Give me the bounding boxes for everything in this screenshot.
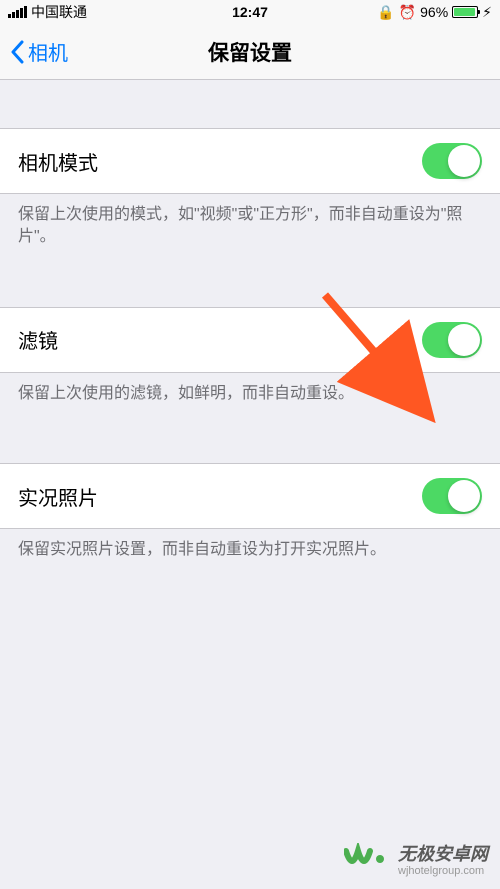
toggle-knob: [448, 480, 480, 512]
settings-group-live-photos: 实况照片 保留实况照片设置，而非自动重设为打开实况照片。: [0, 463, 500, 571]
chevron-left-icon: [10, 40, 24, 64]
filter-row: 滤镜: [0, 307, 500, 373]
carrier-label: 中国联通: [31, 2, 87, 22]
watermark-logo-icon: [344, 843, 390, 879]
back-label: 相机: [28, 37, 68, 66]
battery-icon: [452, 6, 478, 18]
signal-icon: [8, 6, 27, 18]
live-photos-label: 实况照片: [18, 482, 98, 511]
camera-mode-footer: 保留上次使用的模式，如"视频"或"正方形"，而非自动重设为"照片"。: [0, 194, 500, 259]
alarm-icon: ⏰: [399, 4, 416, 21]
filter-toggle[interactable]: [422, 322, 482, 358]
settings-group-filter: 滤镜 保留上次使用的滤镜，如鲜明，而非自动重设。: [0, 307, 500, 415]
watermark-title: 无极安卓网: [398, 845, 488, 865]
filter-footer: 保留上次使用的滤镜，如鲜明，而非自动重设。: [0, 373, 500, 415]
live-photos-footer: 保留实况照片设置，而非自动重设为打开实况照片。: [0, 529, 500, 571]
camera-mode-label: 相机模式: [18, 147, 98, 176]
camera-mode-row: 相机模式: [0, 128, 500, 194]
live-photos-toggle[interactable]: [422, 478, 482, 514]
battery-percent: 96%: [420, 4, 448, 20]
status-right: 🔒 ⏰ 96% ⚡︎: [377, 4, 492, 21]
status-time: 12:47: [232, 4, 268, 20]
settings-group-camera-mode: 相机模式 保留上次使用的模式，如"视频"或"正方形"，而非自动重设为"照片"。: [0, 128, 500, 259]
charging-icon: ⚡︎: [482, 4, 492, 21]
lock-icon: 🔒: [377, 4, 394, 21]
status-bar: 中国联通 12:47 🔒 ⏰ 96% ⚡︎: [0, 0, 500, 24]
watermark: 无极安卓网 wjhotelgroup.com: [344, 843, 488, 879]
filter-label: 滤镜: [18, 325, 58, 354]
toggle-knob: [448, 145, 480, 177]
camera-mode-toggle[interactable]: [422, 143, 482, 179]
nav-bar: 相机 保留设置: [0, 24, 500, 80]
status-left: 中国联通: [8, 2, 87, 22]
back-button[interactable]: 相机: [10, 37, 68, 66]
live-photos-row: 实况照片: [0, 463, 500, 529]
page-title: 保留设置: [208, 37, 292, 67]
toggle-knob: [448, 324, 480, 356]
watermark-url: wjhotelgroup.com: [398, 865, 488, 877]
